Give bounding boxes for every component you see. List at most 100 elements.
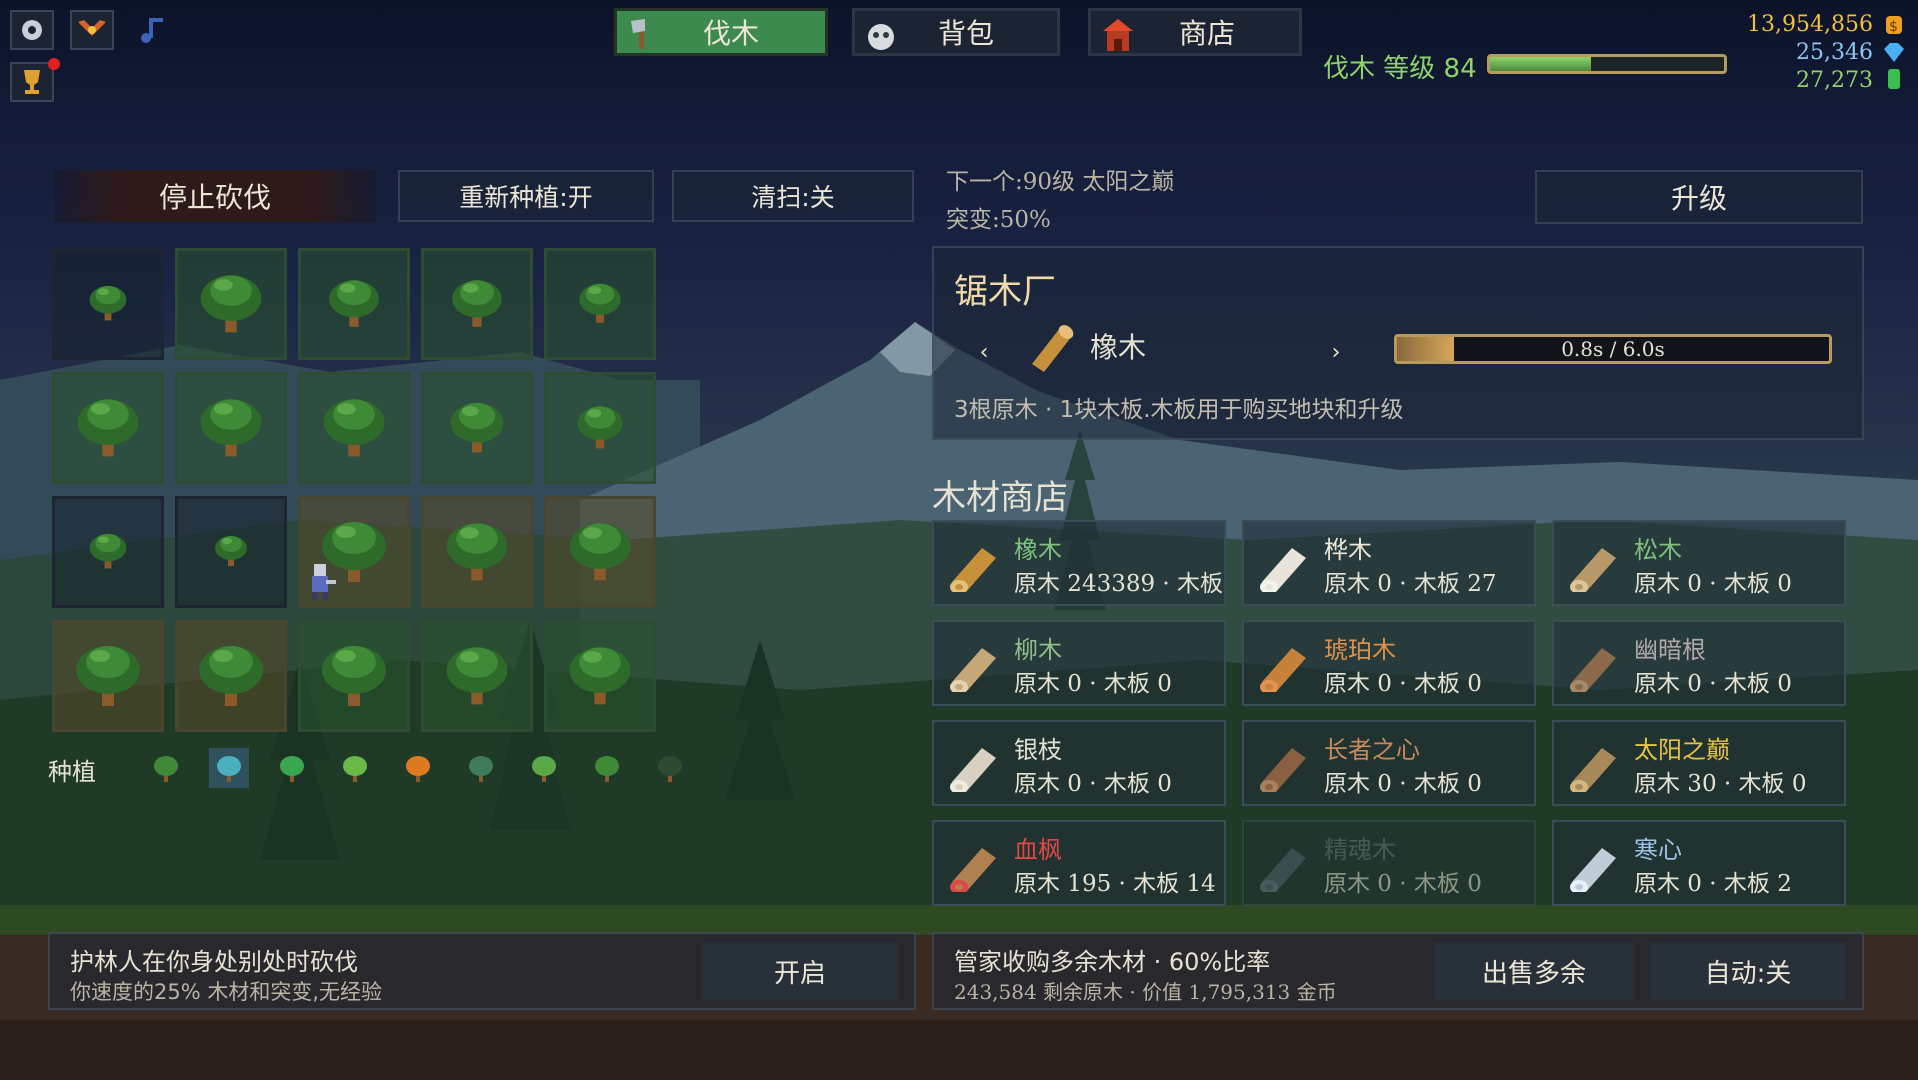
wood-count: 原木 195 · 木板 14 bbox=[1014, 871, 1216, 897]
sawmill-next-button[interactable]: › bbox=[1316, 332, 1356, 372]
upgrade-button[interactable]: 升级 bbox=[1535, 170, 1863, 224]
wood-log-icon bbox=[1566, 740, 1622, 796]
wood-count: 原木 0 · 木板 0 bbox=[1324, 871, 1482, 897]
tree-plot[interactable] bbox=[421, 620, 533, 732]
tree-icon bbox=[85, 527, 131, 577]
wood-count: 原木 0 · 木板 0 bbox=[1324, 771, 1482, 797]
forester-title: 护林人在你身处别处时砍伐 bbox=[70, 948, 358, 976]
tree-plot[interactable] bbox=[544, 620, 656, 732]
wood-shop-item[interactable]: 精魂木原木 0 · 木板 0 bbox=[1242, 820, 1536, 906]
backpack-icon bbox=[863, 15, 899, 53]
wood-shop-item[interactable]: 寒心原木 0 · 木板 2 bbox=[1552, 820, 1846, 906]
tree-plot[interactable] bbox=[421, 496, 533, 608]
gem-amount: 25,346 bbox=[1796, 40, 1873, 65]
wood-count: 原木 0 · 木板 27 bbox=[1324, 571, 1497, 597]
wood-shop-item[interactable]: 琥珀木 原木 0 · 木板 0 bbox=[1242, 620, 1536, 706]
elder-sapling-icon[interactable] bbox=[587, 748, 627, 788]
birch-sapling-icon[interactable] bbox=[209, 748, 249, 788]
tree-icon bbox=[562, 512, 638, 592]
forester-enable-button[interactable]: 开启 bbox=[702, 942, 898, 1000]
auto-sell-toggle[interactable]: 自动:关 bbox=[1650, 942, 1846, 1000]
wood-shop-item[interactable]: 太阳之巅 原木 30 · 木板 0 bbox=[1552, 720, 1846, 806]
tree-icon bbox=[562, 636, 638, 716]
tree-plot[interactable] bbox=[298, 620, 410, 732]
tree-icon bbox=[85, 279, 131, 329]
wood-shop-item[interactable]: 松木 原木 0 · 木板 0 bbox=[1552, 520, 1846, 606]
tree-plot[interactable] bbox=[175, 372, 287, 484]
forester-character bbox=[302, 560, 338, 602]
wood-shop-item[interactable]: 幽暗根 原木 0 · 木板 0 bbox=[1552, 620, 1846, 706]
settings-icon[interactable] bbox=[10, 10, 54, 50]
tree-plot[interactable] bbox=[298, 248, 410, 360]
wood-shop-item[interactable]: 血枫 原木 195 · 木板 14 bbox=[932, 820, 1226, 906]
steward-title: 管家收购多余木材 · 60%比率 bbox=[954, 948, 1271, 976]
tab-shop[interactable]: 商店 bbox=[1088, 8, 1302, 56]
wood-count: 原木 243389 · 木板 bbox=[1014, 571, 1224, 597]
wood-log-icon bbox=[946, 840, 1002, 896]
sawmill-progress-text: 0.8s / 6.0s bbox=[1561, 337, 1665, 361]
willow-sapling-icon[interactable] bbox=[335, 748, 375, 788]
tree-plot[interactable] bbox=[421, 372, 533, 484]
tree-plot[interactable] bbox=[421, 248, 533, 360]
sweep-toggle[interactable]: 清扫:关 bbox=[672, 170, 914, 222]
sell-excess-button[interactable]: 出售多余 bbox=[1434, 942, 1634, 1000]
locked-sapling-icon[interactable] bbox=[650, 748, 690, 788]
tree-plot[interactable] bbox=[544, 372, 656, 484]
svg-text:$: $ bbox=[1889, 19, 1898, 35]
wood-log-icon bbox=[1256, 540, 1312, 596]
music-icon[interactable] bbox=[133, 12, 173, 48]
wood-name: 柳木 bbox=[1014, 636, 1062, 664]
oak-log-icon bbox=[1020, 318, 1076, 374]
wood-count: 原木 0 · 木板 2 bbox=[1634, 871, 1792, 897]
gloom-sapling-icon[interactable] bbox=[461, 748, 501, 788]
pine-sapling-icon[interactable] bbox=[272, 748, 312, 788]
wood-log-icon bbox=[1256, 740, 1312, 796]
tree-icon bbox=[323, 271, 385, 337]
tree-plot[interactable] bbox=[52, 248, 164, 360]
oak-sapling-icon[interactable] bbox=[146, 748, 186, 788]
wood-log-icon bbox=[1566, 840, 1622, 896]
tree-plot[interactable] bbox=[175, 496, 287, 608]
tree-plot[interactable] bbox=[175, 620, 287, 732]
winged-emblem-icon[interactable] bbox=[70, 10, 114, 50]
wood-log-icon bbox=[1566, 540, 1622, 596]
tree-icon bbox=[439, 636, 515, 716]
tree-plot[interactable] bbox=[544, 496, 656, 608]
sawmill-prev-button[interactable]: ‹ bbox=[964, 332, 1004, 372]
wood-shop-item[interactable]: 长者之心 原木 0 · 木板 0 bbox=[1242, 720, 1536, 806]
mutation-text: 突变:50% bbox=[946, 207, 1051, 233]
wood-shop-item[interactable]: 桦木 原木 0 · 木板 27 bbox=[1242, 520, 1536, 606]
tree-icon bbox=[316, 388, 392, 468]
wood-shop-item[interactable]: 银枝 原木 0 · 木板 0 bbox=[932, 720, 1226, 806]
tree-icon bbox=[191, 634, 271, 718]
wood-log-icon bbox=[946, 540, 1002, 596]
steward-panel: 管家收购多余木材 · 60%比率 243,584 剩余原木 · 价值 1,795… bbox=[932, 932, 1864, 1010]
tree-icon bbox=[193, 264, 269, 344]
replant-toggle[interactable]: 重新种植:开 bbox=[398, 170, 654, 222]
tree-plot[interactable] bbox=[52, 496, 164, 608]
wood-name: 精魂木 bbox=[1324, 836, 1396, 864]
tab-logging[interactable]: 伐木 bbox=[614, 8, 828, 56]
amber-sapling-icon[interactable] bbox=[398, 748, 438, 788]
tree-plot[interactable] bbox=[298, 372, 410, 484]
tree-plot[interactable] bbox=[544, 248, 656, 360]
wood-shop-item[interactable]: 橡木 原木 243389 · 木板 bbox=[932, 520, 1226, 606]
wood-count: 原木 0 · 木板 0 bbox=[1014, 671, 1172, 697]
level-label: 伐木 等级 84 bbox=[1323, 54, 1477, 84]
tab-inventory-label: 背包 bbox=[937, 17, 994, 50]
wood-name: 寒心 bbox=[1634, 836, 1682, 864]
tree-icon bbox=[193, 388, 269, 468]
stop-chopping-button[interactable]: 停止砍伐 bbox=[54, 170, 376, 222]
tree-icon bbox=[211, 530, 251, 574]
wood-shop-item[interactable]: 柳木原木 0 · 木板 0 bbox=[932, 620, 1226, 706]
tree-icon bbox=[439, 512, 515, 592]
tree-plot[interactable] bbox=[52, 372, 164, 484]
wood-count: 原木 30 · 木板 0 bbox=[1634, 771, 1807, 797]
tree-plot[interactable] bbox=[175, 248, 287, 360]
tree-plot[interactable] bbox=[52, 620, 164, 732]
trophy-icon[interactable] bbox=[10, 62, 54, 102]
tree-icon bbox=[574, 276, 626, 332]
wood-count: 原木 0 · 木板 0 bbox=[1634, 571, 1792, 597]
tab-inventory[interactable]: 背包 bbox=[852, 8, 1060, 56]
silver-sapling-icon[interactable] bbox=[524, 748, 564, 788]
